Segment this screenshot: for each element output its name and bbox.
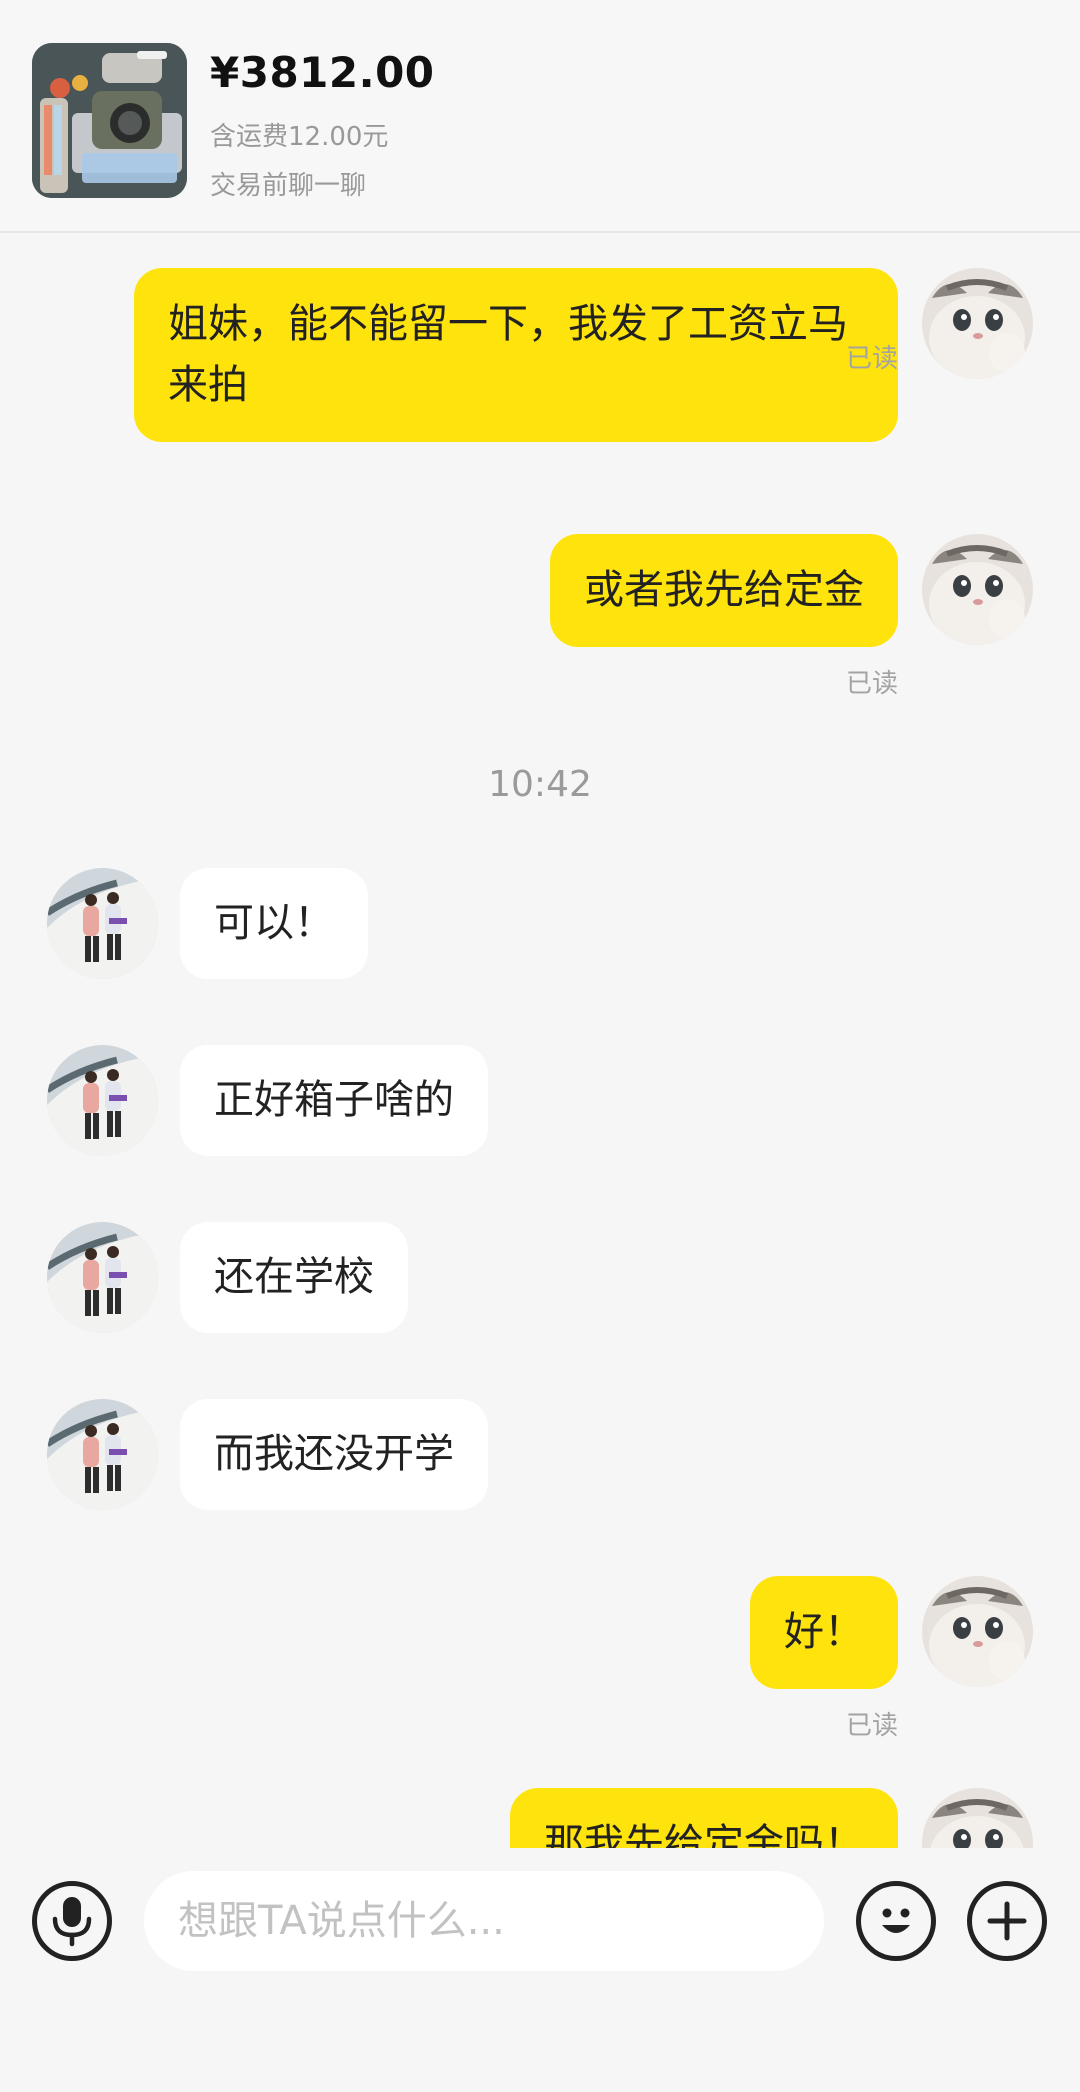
my-avatar[interactable] (922, 1788, 1033, 1848)
microphone-icon (52, 1897, 92, 1947)
incoming-message[interactable]: 还在学校 (180, 1222, 408, 1333)
read-receipt: 已读 (845, 669, 898, 699)
chat-area[interactable]: 姐妹，能不能留一下，我发了工资立马来拍 已读 或者我先给定金 已读 10:42 … (0, 235, 1080, 1848)
message-text: 而我还没开学 (214, 1431, 454, 1477)
voice-button[interactable] (32, 1881, 112, 1961)
time-divider: 10:42 (488, 764, 592, 805)
message-text: 那我先给定金吗！ (544, 1821, 864, 1848)
message-text: 正好箱子啥的 (214, 1077, 454, 1123)
plus-icon (987, 1901, 1027, 1941)
my-avatar[interactable] (922, 534, 1033, 645)
emoji-button[interactable] (856, 1881, 936, 1961)
my-avatar[interactable] (922, 268, 1033, 379)
product-thumbnail[interactable] (32, 43, 187, 198)
more-button[interactable] (967, 1881, 1047, 1961)
product-header[interactable]: ¥3812.00 含运费12.00元 交易前聊一聊 (0, 0, 1080, 233)
product-price: ¥3812.00 (210, 48, 435, 97)
outgoing-message[interactable]: 好！ (750, 1576, 898, 1689)
message-text: 姐妹，能不能留一下，我发了工资立马来拍 (168, 301, 848, 408)
message-text: 可以！ (214, 900, 334, 946)
message-text: 好！ (784, 1609, 864, 1655)
incoming-message[interactable]: 可以！ (180, 868, 368, 979)
input-bar (0, 1848, 1080, 2092)
product-photo (32, 43, 187, 198)
message-text: 还在学校 (214, 1254, 374, 1300)
seller-avatar[interactable] (47, 868, 158, 979)
smiley-icon (882, 1908, 910, 1933)
seller-avatar[interactable] (47, 1222, 158, 1333)
read-receipt: 已读 (845, 1711, 898, 1741)
outgoing-message[interactable]: 姐妹，能不能留一下，我发了工资立马来拍 (134, 268, 898, 442)
seller-avatar[interactable] (47, 1045, 158, 1156)
incoming-message[interactable]: 而我还没开学 (180, 1399, 488, 1510)
product-shipping: 含运费12.00元 (210, 122, 389, 152)
read-receipt: 已读 (845, 344, 898, 374)
incoming-message[interactable]: 正好箱子啥的 (180, 1045, 488, 1156)
message-input[interactable] (144, 1871, 824, 1971)
my-avatar[interactable] (922, 1576, 1033, 1687)
outgoing-message[interactable]: 那我先给定金吗！ (510, 1788, 898, 1848)
seller-avatar[interactable] (47, 1399, 158, 1510)
message-text: 或者我先给定金 (584, 567, 864, 613)
outgoing-message[interactable]: 或者我先给定金 (550, 534, 898, 647)
product-chat-note: 交易前聊一聊 (210, 171, 367, 201)
